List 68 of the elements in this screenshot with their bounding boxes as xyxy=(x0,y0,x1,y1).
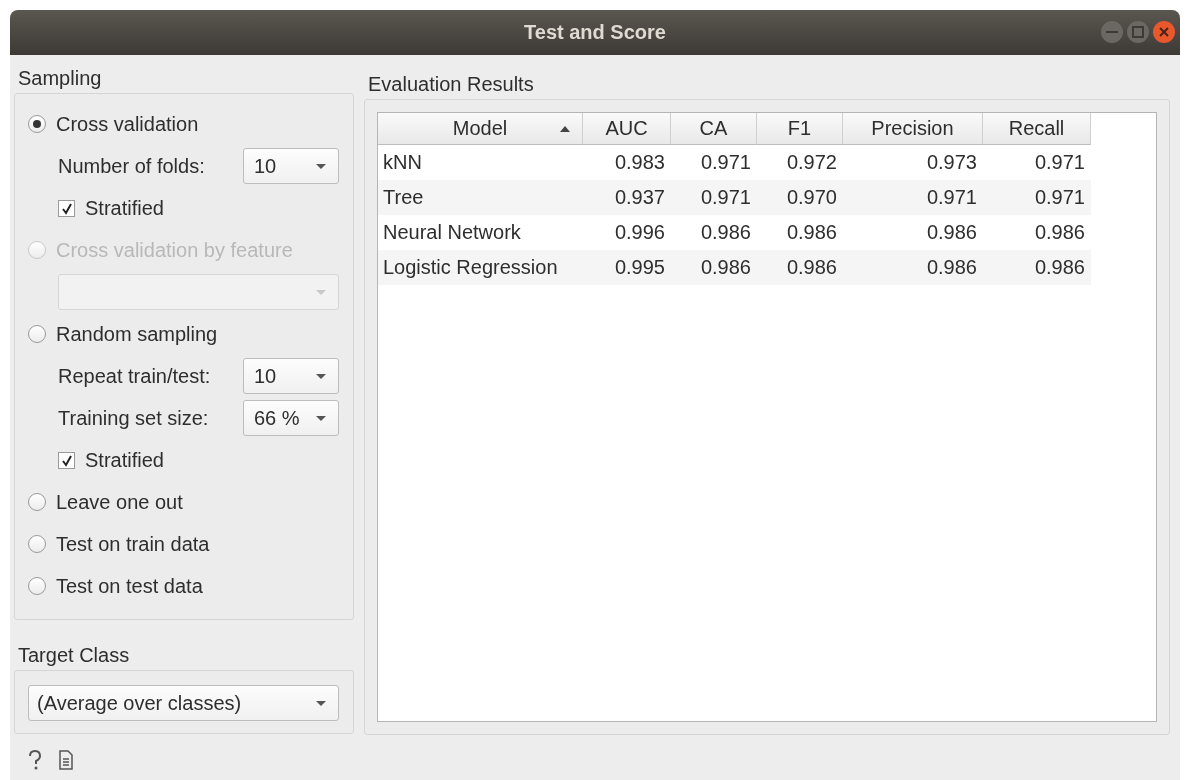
table-cell: Neural Network xyxy=(383,221,521,243)
column-header[interactable]: Model xyxy=(378,113,583,145)
maximize-icon[interactable] xyxy=(1126,20,1150,44)
table-cell: Tree xyxy=(383,186,424,208)
table-cell: 0.971 xyxy=(926,186,977,208)
column-header[interactable]: F1 xyxy=(757,113,843,145)
minimize-icon[interactable] xyxy=(1100,20,1124,44)
help-icon[interactable] xyxy=(26,750,44,770)
radio-label: Cross validation xyxy=(56,112,199,136)
group-title: Sampling xyxy=(17,65,103,91)
group-title: Evaluation Results xyxy=(367,71,535,97)
close-icon[interactable] xyxy=(1152,20,1176,44)
column-header[interactable]: CA xyxy=(671,113,757,145)
table-cell: 0.986 xyxy=(786,256,837,278)
check-icon xyxy=(60,201,73,215)
dropdown[interactable]: (Average over classes) xyxy=(28,685,339,721)
checkbox[interactable] xyxy=(58,451,75,469)
checkbox-label: Stratified xyxy=(85,448,164,472)
table-cell: Logistic Regression xyxy=(383,256,558,278)
radio-button[interactable] xyxy=(28,493,46,511)
checkbox-label: Stratified xyxy=(85,196,164,220)
dropdown[interactable]: 10 xyxy=(243,148,339,184)
radio-label: Test on test data xyxy=(56,574,203,598)
caret-icon xyxy=(316,373,326,379)
radio-button[interactable] xyxy=(28,115,46,133)
column-header[interactable]: Recall xyxy=(983,113,1091,145)
document-icon[interactable] xyxy=(58,750,74,770)
table-cell: 0.972 xyxy=(786,151,837,173)
table-cell: 0.996 xyxy=(614,221,665,243)
dropdown[interactable]: 66 % xyxy=(243,400,339,436)
window-title: Test and Score xyxy=(524,21,666,44)
checkbox[interactable] xyxy=(58,199,75,217)
table-cell: 0.937 xyxy=(614,186,665,208)
dropdown[interactable]: 10 xyxy=(243,358,339,394)
field-label: Repeat train/test: xyxy=(58,364,211,388)
table-cell: 0.986 xyxy=(1034,221,1085,243)
radio-button[interactable] xyxy=(28,535,46,553)
table-cell: 0.971 xyxy=(1034,186,1085,208)
check-icon xyxy=(60,453,73,467)
caret-icon xyxy=(316,415,326,421)
table-cell: 0.986 xyxy=(700,256,751,278)
caret-icon xyxy=(316,163,326,169)
radio-label: Random sampling xyxy=(56,322,218,346)
table-cell: 0.971 xyxy=(700,186,751,208)
caret-icon xyxy=(316,289,326,295)
table-cell: 0.973 xyxy=(926,151,977,173)
table-cell: kNN xyxy=(383,151,422,173)
table-cell: 0.986 xyxy=(926,221,977,243)
table-cell: 0.970 xyxy=(786,186,837,208)
field-label: Number of folds: xyxy=(58,154,205,178)
table-cell: 0.983 xyxy=(614,151,665,173)
sort-arrow-icon xyxy=(560,126,570,132)
field-label: Training set size: xyxy=(58,406,209,430)
table-cell: 0.986 xyxy=(786,221,837,243)
column-header[interactable]: Precision xyxy=(843,113,983,145)
radio-button[interactable] xyxy=(28,325,46,343)
caret-icon xyxy=(316,700,326,706)
table-cell: 0.986 xyxy=(700,221,751,243)
table-cell: 0.971 xyxy=(1034,151,1085,173)
group-title: Target Class xyxy=(17,642,131,668)
radio-button[interactable] xyxy=(28,577,46,595)
table-cell: 0.986 xyxy=(1034,256,1085,278)
table-cell: 0.995 xyxy=(614,256,665,278)
table-cell: 0.986 xyxy=(926,256,977,278)
radio-label: Test on train data xyxy=(56,532,210,556)
column-header[interactable]: AUC xyxy=(583,113,671,145)
table-cell: 0.971 xyxy=(700,151,751,173)
radio-label: Leave one out xyxy=(56,490,183,514)
